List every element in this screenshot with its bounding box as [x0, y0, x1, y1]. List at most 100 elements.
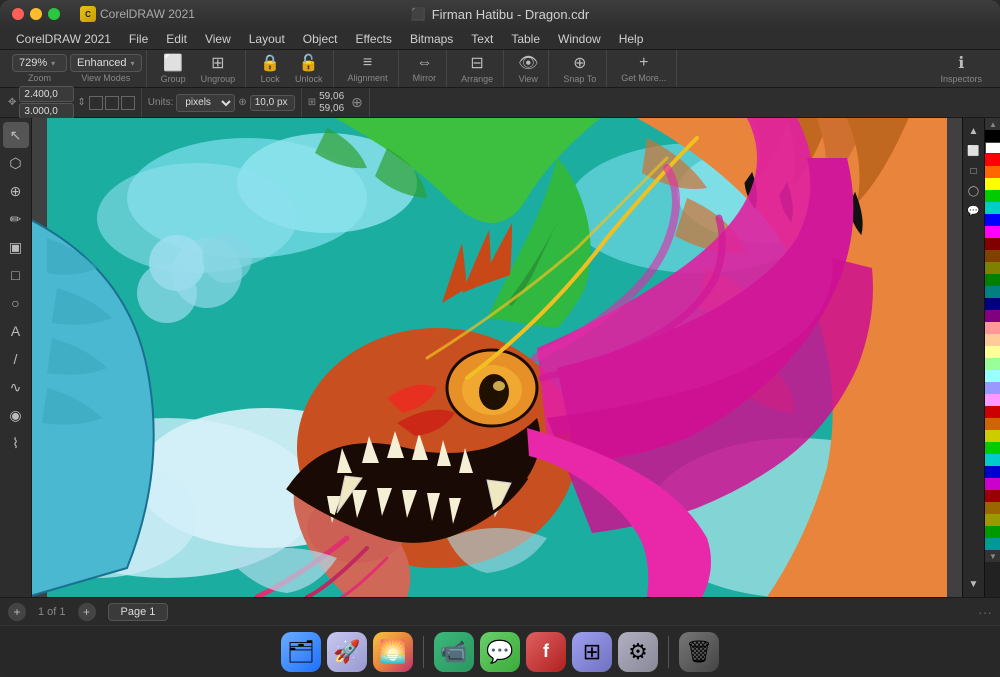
color-swatch-darkyellow[interactable]: [985, 430, 1000, 442]
dock-trash[interactable]: 🗑: [679, 632, 719, 672]
color-swatch-midgreen[interactable]: [985, 442, 1000, 454]
freehand-tool-button[interactable]: ✏: [3, 206, 29, 232]
selection-tool-button[interactable]: ↖: [3, 122, 29, 148]
color-swatch-teal[interactable]: [985, 286, 1000, 298]
dock-app-f[interactable]: f: [526, 632, 566, 672]
color-swatch-darkred[interactable]: [985, 238, 1000, 250]
maximize-button[interactable]: [48, 8, 60, 20]
page-tab[interactable]: Page 1: [108, 603, 169, 621]
status-more-button[interactable]: ···: [978, 604, 992, 620]
menu-coreldraw[interactable]: CorelDRAW 2021: [8, 30, 119, 48]
menu-file[interactable]: File: [121, 30, 156, 48]
color-swatch-darkred2[interactable]: [985, 406, 1000, 418]
unlock-button[interactable]: 🔓 Unlock: [289, 51, 329, 86]
menu-window[interactable]: Window: [550, 30, 609, 48]
color-swatch-red[interactable]: [985, 154, 1000, 166]
color-swatch-darkorange[interactable]: [985, 418, 1000, 430]
right-panel-btn3[interactable]: ◯: [965, 182, 983, 200]
color-swatch-green[interactable]: [985, 190, 1000, 202]
color-swatch-darkcyan[interactable]: [985, 538, 1000, 550]
scroll-up-btn[interactable]: ▲: [965, 122, 983, 140]
color-swatch-purple[interactable]: [985, 310, 1000, 322]
color-swatch-white[interactable]: [985, 142, 1000, 154]
menu-layout[interactable]: Layout: [241, 30, 293, 48]
mirror-button[interactable]: ⇔ Mirror: [407, 52, 443, 85]
inspectors-button[interactable]: ℹ Inspectors: [934, 51, 988, 86]
canvas-area[interactable]: [32, 118, 962, 597]
x-position-input[interactable]: [19, 86, 74, 102]
color-swatch-cyan[interactable]: [985, 202, 1000, 214]
arrange-button[interactable]: ⊟ Arrange: [455, 51, 499, 86]
color-swatch-lightblue[interactable]: [985, 382, 1000, 394]
scroll-down-btn[interactable]: ▼: [965, 575, 983, 593]
ellipse-tool-button[interactable]: ○: [3, 290, 29, 316]
right-panel-btn2[interactable]: □: [965, 162, 983, 180]
zoom-dropdown[interactable]: 729% ▾: [12, 54, 67, 72]
add-page-button2[interactable]: +: [78, 603, 96, 621]
color-swatch-black[interactable]: [985, 130, 1000, 142]
color-swatch-olive[interactable]: [985, 262, 1000, 274]
color-swatch-orange[interactable]: [985, 166, 1000, 178]
nudge-input[interactable]: [250, 95, 295, 111]
group-button[interactable]: ⬜ Group: [155, 51, 192, 86]
color-swatch-navy[interactable]: [985, 298, 1000, 310]
ungroup-button[interactable]: ⊞ Ungroup: [195, 51, 242, 86]
menu-effects[interactable]: Effects: [347, 30, 399, 48]
snapto-button[interactable]: ⊕ Snap To: [557, 51, 602, 86]
color-swatch-lightred[interactable]: [985, 322, 1000, 334]
menu-bitmaps[interactable]: Bitmaps: [402, 30, 461, 48]
dock-launchpad[interactable]: 🚀: [327, 632, 367, 672]
zoom-tool-button[interactable]: ⊕: [3, 178, 29, 204]
color-swatch-darkred3[interactable]: [985, 490, 1000, 502]
menu-help[interactable]: Help: [611, 30, 652, 48]
palette-scroll-down[interactable]: ▼: [985, 550, 1000, 562]
color-swatch-lightyellow[interactable]: [985, 346, 1000, 358]
menu-table[interactable]: Table: [503, 30, 548, 48]
color-swatch-midcyan[interactable]: [985, 454, 1000, 466]
right-panel-btn4[interactable]: 💬: [965, 202, 983, 220]
color-swatch-lightcyan[interactable]: [985, 370, 1000, 382]
menu-text[interactable]: Text: [463, 30, 501, 48]
color-swatch-brown[interactable]: [985, 250, 1000, 262]
dock-facetime[interactable]: 📹: [434, 632, 474, 672]
color-swatch-lightmagenta[interactable]: [985, 394, 1000, 406]
minimize-button[interactable]: [30, 8, 42, 20]
color-swatch-blue[interactable]: [985, 214, 1000, 226]
dock-messages[interactable]: 💬: [480, 632, 520, 672]
color-swatch-darkgreen2[interactable]: [985, 526, 1000, 538]
menu-view[interactable]: View: [197, 30, 239, 48]
view-button[interactable]: 👁 View: [512, 51, 544, 86]
menu-edit[interactable]: Edit: [158, 30, 195, 48]
color-swatch-darkolive[interactable]: [985, 514, 1000, 526]
color-swatch-yellow[interactable]: [985, 178, 1000, 190]
eyedropper-tool-button[interactable]: ⌇: [3, 430, 29, 456]
color-swatch-midblue[interactable]: [985, 466, 1000, 478]
smart-fill-button[interactable]: ▣: [3, 234, 29, 260]
units-select[interactable]: pixels mm cm inches: [176, 94, 235, 112]
rectangle-tool-button[interactable]: □: [3, 262, 29, 288]
color-swatch-darkorange2[interactable]: [985, 502, 1000, 514]
alignment-button[interactable]: ≡ Alignment: [342, 52, 394, 85]
color-swatch-lightgreen[interactable]: [985, 358, 1000, 370]
dock-system-prefs[interactable]: ⚙: [618, 632, 658, 672]
color-swatch-peach[interactable]: [985, 334, 1000, 346]
add-page-button[interactable]: +: [8, 603, 26, 621]
dock-photos[interactable]: 🌅: [373, 632, 413, 672]
dock-finder[interactable]: 🗂: [281, 632, 321, 672]
lock-button[interactable]: 🔒 Lock: [254, 51, 286, 86]
color-swatch-midmagenta[interactable]: [985, 478, 1000, 490]
color-swatch-darkgreen[interactable]: [985, 274, 1000, 286]
menu-object[interactable]: Object: [295, 30, 346, 48]
view-mode-dropdown[interactable]: Enhanced ▾: [70, 54, 142, 72]
bezier-tool-button[interactable]: ∿: [3, 374, 29, 400]
close-button[interactable]: [12, 8, 24, 20]
text-tool-button[interactable]: A: [3, 318, 29, 344]
line-tool-button[interactable]: /: [3, 346, 29, 372]
right-panel-btn1[interactable]: ⬜: [965, 142, 983, 160]
dock-launchpad2[interactable]: ⊞: [572, 632, 612, 672]
getmore-button[interactable]: + Get More...: [615, 52, 672, 85]
y-position-input[interactable]: [19, 103, 74, 119]
color-swatch-magenta[interactable]: [985, 226, 1000, 238]
palette-scroll-up[interactable]: ▲: [985, 118, 1000, 130]
fill-tool-button[interactable]: ◉: [3, 402, 29, 428]
